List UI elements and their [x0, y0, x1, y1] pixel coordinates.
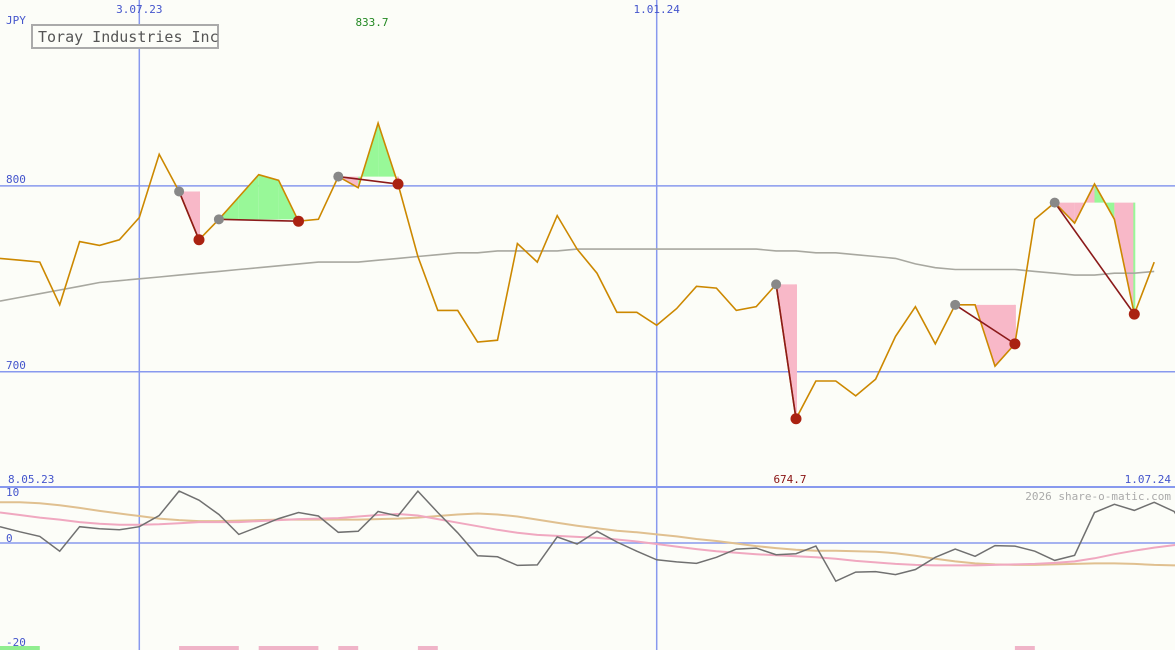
signal-fill-1-12 [238, 174, 259, 220]
osc-slow-line [0, 501, 1175, 567]
osc-tick-label-0: 0 [6, 532, 13, 545]
moving-average-line [0, 248, 1155, 302]
start-date-label: 8.05.23 [8, 473, 54, 486]
chart-title-box: Toray Industries Inc [31, 24, 219, 49]
watermark: 2026 share-o-matic.com [1025, 490, 1171, 503]
x-tick-label-1.01.24: 1.01.24 [634, 3, 681, 16]
oscillator-bottom-bars [0, 646, 1035, 650]
oscillator-series [0, 489, 1175, 583]
signal-end-marker-3 [790, 413, 802, 425]
bottom-bar-3 [338, 646, 359, 650]
low-price-label: 674.7 [773, 473, 806, 486]
signal-end-marker-1 [293, 215, 304, 227]
signal-edge-3 [795, 284, 797, 419]
bottom-bar-0 [0, 646, 40, 650]
signal-edge-5 [1133, 202, 1136, 315]
chart-title: Toray Industries Inc [38, 28, 219, 46]
signal-fill-1-13 [258, 174, 279, 220]
bottom-bar-5 [1014, 646, 1035, 650]
x-tick-label-3.07.23: 3.07.23 [116, 3, 162, 16]
high-price-label: 833.7 [355, 16, 388, 29]
signal-start-marker-5 [1049, 197, 1060, 208]
signal-end-marker-2 [392, 178, 404, 190]
price-line [0, 120, 1155, 422]
signal-start-marker-4 [950, 299, 961, 310]
signal-start-marker-2 [333, 171, 344, 182]
signal-edge-0 [198, 191, 200, 240]
oscillator-gridlines: 100-20 [0, 486, 1175, 649]
signal-line-1 [218, 218, 299, 222]
signal-end-marker-4 [1009, 338, 1021, 350]
end-date-label: 1.07.24 [1125, 473, 1172, 486]
signal-end-marker-0 [193, 234, 205, 246]
osc-momentum-line [0, 489, 1175, 583]
signal-end-marker-5 [1128, 308, 1140, 320]
signal-fill-4-50 [995, 304, 1015, 367]
bottom-bar-1 [179, 646, 239, 650]
signal-start-marker-1 [213, 214, 224, 225]
price-series [0, 120, 1155, 422]
y-tick-label-800: 800 [6, 173, 26, 186]
currency-label: JPY [6, 14, 26, 27]
bottom-bar-2 [258, 646, 319, 650]
signal-start-marker-0 [174, 186, 185, 197]
osc-tick-label-10: 10 [6, 486, 19, 499]
y-tick-label-700: 700 [6, 359, 26, 372]
stock-chart: 8007003.07.23 1.01.24 100-20 JPY Toray In… [0, 0, 1175, 650]
signal-start-marker-3 [771, 279, 782, 290]
bottom-bar-4 [417, 646, 438, 650]
